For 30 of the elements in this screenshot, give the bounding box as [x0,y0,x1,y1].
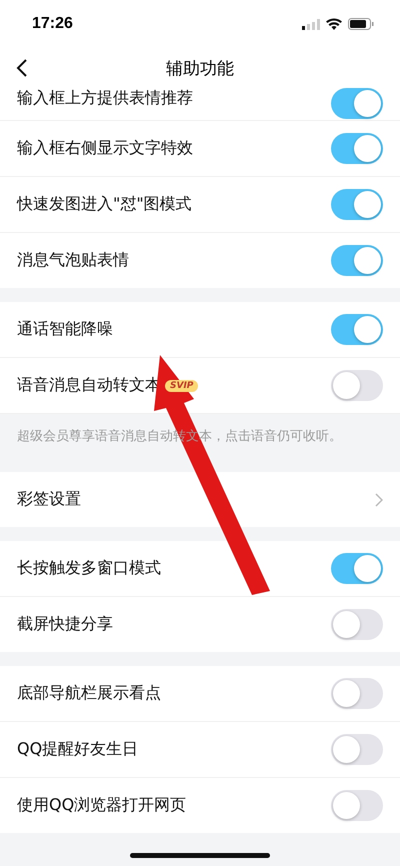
setting-label: 截屏快捷分享 [17,614,113,635]
toggle-switch[interactable] [331,678,383,709]
toggle-switch[interactable] [331,790,383,821]
setting-label: 底部导航栏展示看点 [17,683,161,704]
vip-badge: SVIP [165,380,198,392]
setting-label: 通话智能降噪 [17,319,113,340]
toggle-switch[interactable] [331,314,383,345]
toggle-switch[interactable] [331,734,383,765]
toggle-switch[interactable] [331,88,383,119]
toggle-switch[interactable] [331,370,383,401]
chevron-icon [375,492,383,506]
setting-label: 彩签设置 [17,489,81,510]
setting-label: 消息气泡贴表情 [17,250,129,271]
setting-label: QQ提醒好友生日 [17,739,138,760]
signal-icon [302,18,320,30]
battery-icon [348,18,374,30]
back-icon[interactable] [16,58,28,78]
toggle-switch[interactable] [331,245,383,276]
page-title: 辅助功能 [166,58,234,80]
setting-label: 快速发图进入"怼"图模式 [17,194,192,215]
setting-label: 长按触发多窗口模式 [17,558,161,579]
toggle-switch[interactable] [331,189,383,220]
status-time: 17:26 [32,15,73,33]
toggle-switch[interactable] [331,553,383,584]
wifi-icon [326,18,342,30]
setting-label: 输入框上方提供表情推荐 [17,88,193,109]
setting-label: 使用QQ浏览器打开网页 [17,795,186,816]
setting-label: 输入框右侧显示文字特效 [17,138,193,159]
toggle-switch[interactable] [331,133,383,164]
toggle-switch[interactable] [331,609,383,640]
